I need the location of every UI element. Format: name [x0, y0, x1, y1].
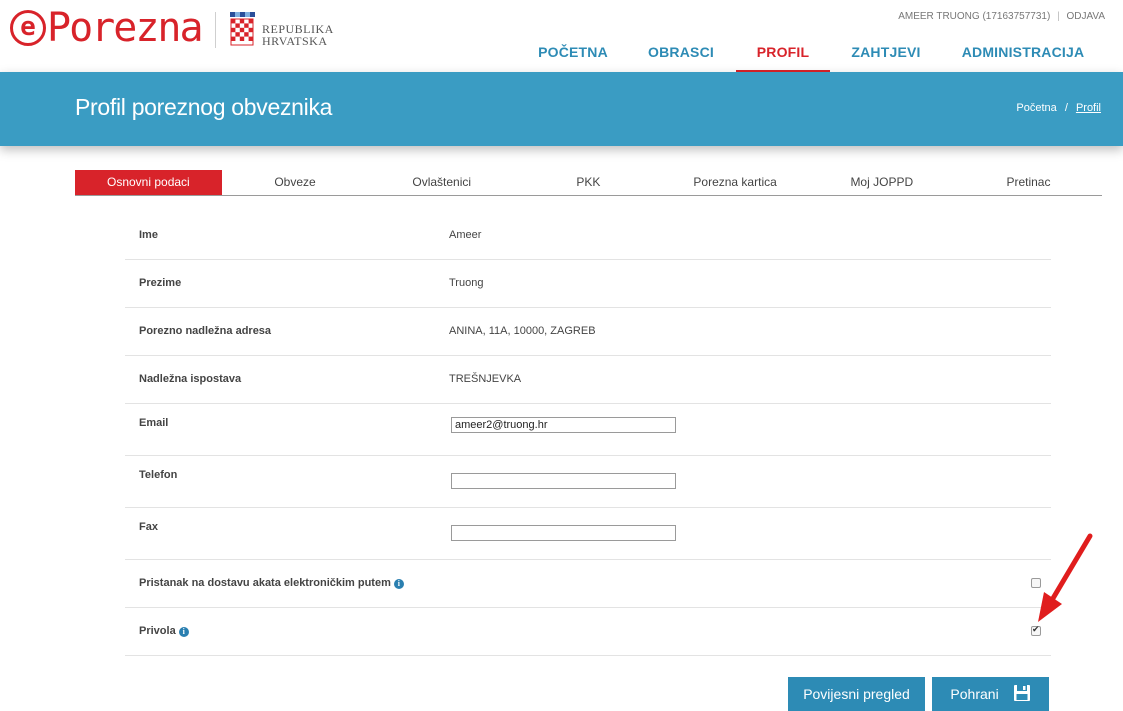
pristanak-label: Pristanak na dostavu akata elektroničkim… — [139, 577, 404, 589]
country-name: REPUBLIKA HRVATSKA — [262, 23, 334, 47]
row-email: Email — [125, 404, 1051, 456]
prezime-label: Prezime — [139, 277, 182, 289]
tab-pretinac[interactable]: Pretinac — [955, 170, 1102, 195]
ime-label: Ime — [139, 229, 158, 241]
tab-osnovni-podaci[interactable]: Osnovni podaci — [75, 170, 222, 195]
history-button[interactable]: Povijesni pregled — [788, 677, 925, 711]
email-label: Email — [139, 417, 169, 429]
save-button[interactable]: Pohrani — [932, 677, 1049, 711]
info-icon[interactable]: i — [178, 627, 189, 637]
adresa-value: ANINA, 11A, 10000, ZAGREB — [449, 325, 596, 337]
logout-link[interactable]: ODJAVA — [1066, 11, 1105, 22]
breadcrumb-home[interactable]: Početna — [1016, 102, 1056, 114]
nav-profil[interactable]: PROFIL — [736, 44, 830, 73]
telefon-label: Telefon — [139, 469, 178, 481]
adresa-label: Porezno nadležna adresa — [139, 325, 272, 337]
privola-label-text: Privola — [139, 625, 176, 637]
ispostava-value: TREŠNJEVKA — [449, 373, 522, 385]
breadcrumb-separator: / — [1064, 102, 1068, 114]
email-field[interactable] — [451, 417, 676, 433]
prezime-value: Truong — [449, 277, 484, 289]
row-ime: Ime Ameer — [125, 212, 1051, 260]
nav-pocetna[interactable]: POČETNA — [527, 44, 619, 70]
header: e Porezna REPUBLIKA HRVATSKA AMEER TRUON… — [0, 0, 1123, 73]
row-ispostava: Nadležna ispostava TREŠNJEVKA — [125, 356, 1051, 404]
pristanak-label-text: Pristanak na dostavu akata elektroničkim… — [139, 577, 391, 589]
row-fax: Fax — [125, 508, 1051, 560]
nav-administracija[interactable]: ADMINISTRACIJA — [952, 44, 1094, 70]
logo-text: Porezna — [47, 5, 204, 51]
profile-form: Ime Ameer Prezime Truong Porezno nadležn… — [125, 212, 1051, 656]
ime-value: Ameer — [449, 229, 482, 241]
nav-obrasci[interactable]: OBRASCI — [635, 44, 727, 70]
row-privola: Privola i — [125, 608, 1051, 656]
profile-tabs: Osnovni podaci Obveze Ovlaštenici PKK Po… — [75, 170, 1102, 196]
user-name: AMEER TRUONG (17163757731) — [898, 11, 1051, 22]
tab-pkk[interactable]: PKK — [515, 170, 662, 195]
tab-porezna-kartica[interactable]: Porezna kartica — [662, 170, 809, 195]
ispostava-label: Nadležna ispostava — [139, 373, 242, 385]
privola-label: Privola i — [139, 625, 189, 637]
fax-label: Fax — [139, 521, 158, 533]
eporezna-logo[interactable]: e Porezna — [10, 5, 204, 51]
user-separator: | — [1057, 11, 1060, 22]
telefon-field[interactable] — [451, 473, 676, 489]
page-title: Profil poreznog obveznika — [75, 94, 333, 120]
country-line-2: HRVATSKA — [262, 34, 328, 48]
tab-moj-joppd[interactable]: Moj JOPPD — [808, 170, 955, 195]
save-button-label: Pohrani — [950, 686, 999, 702]
breadcrumb-current[interactable]: Profil — [1076, 102, 1101, 114]
annotation-arrow — [1038, 533, 1093, 622]
logo-e-mark: e — [10, 10, 46, 46]
tab-obveze[interactable]: Obveze — [222, 170, 369, 195]
info-icon[interactable]: i — [393, 579, 404, 589]
nav-zahtjevi[interactable]: ZAHTJEVI — [840, 44, 932, 70]
coat-of-arms-icon — [230, 12, 255, 46]
row-telefon: Telefon — [125, 456, 1051, 508]
row-prezime: Prezime Truong — [125, 260, 1051, 308]
page-banner: Profil poreznog obveznika Početna / Prof… — [0, 72, 1123, 146]
fax-field[interactable] — [451, 525, 676, 541]
logo-divider — [215, 12, 216, 48]
tab-ovlastenici[interactable]: Ovlaštenici — [368, 170, 515, 195]
row-pristanak: Pristanak na dostavu akata elektroničkim… — [125, 560, 1051, 608]
row-adresa: Porezno nadležna adresa ANINA, 11A, 1000… — [125, 308, 1051, 356]
save-icon — [1013, 685, 1030, 701]
breadcrumb: Početna / Profil — [1016, 102, 1101, 114]
user-info: AMEER TRUONG (17163757731) | ODJAVA — [898, 11, 1105, 22]
